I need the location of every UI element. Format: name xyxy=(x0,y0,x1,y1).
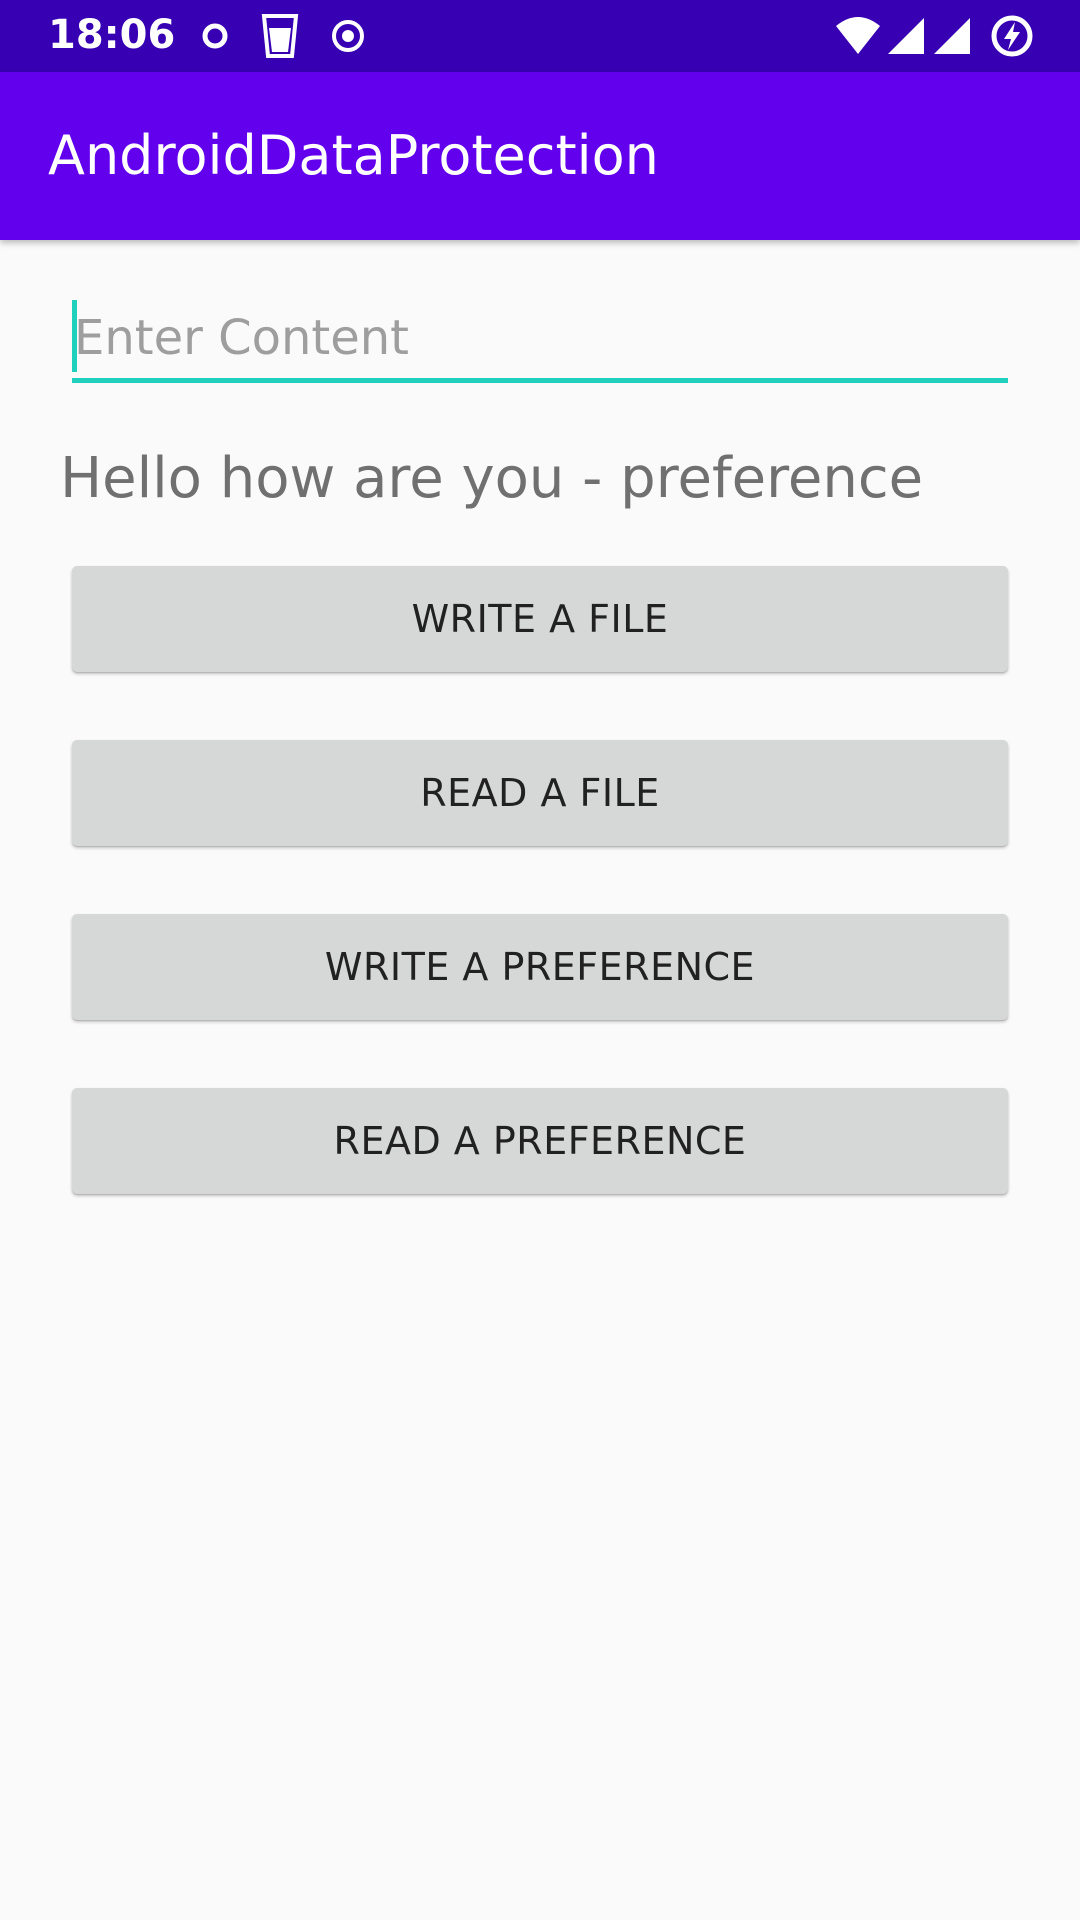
status-time: 18:06 xyxy=(48,12,176,58)
read-file-button[interactable]: READ A FILE xyxy=(72,740,1008,846)
write-file-button[interactable]: WRITE A FILE xyxy=(72,566,1008,672)
record-icon xyxy=(332,20,364,52)
signal-icon xyxy=(934,18,970,54)
read-preference-button[interactable]: READ A PREFERENCE xyxy=(72,1088,1008,1194)
message-text: Hello how are you - preference xyxy=(60,446,924,511)
content-input[interactable] xyxy=(72,298,1010,378)
read-file-label: READ A FILE xyxy=(420,771,660,815)
signal-icon xyxy=(888,18,924,54)
write-file-label: WRITE A FILE xyxy=(411,597,669,641)
write-preference-button[interactable]: WRITE A PREFERENCE xyxy=(72,914,1008,1020)
wifi-icon xyxy=(836,17,880,54)
read-preference-label: READ A PREFERENCE xyxy=(333,1119,747,1163)
input-underline xyxy=(72,378,1008,383)
status-bar: 18:06 xyxy=(0,0,1080,72)
text-cursor xyxy=(72,300,77,372)
glass-icon xyxy=(261,14,299,58)
vodafone-icon xyxy=(202,23,228,49)
app-bar: AndroidDataProtection xyxy=(0,72,1080,240)
content-input-field[interactable] xyxy=(72,298,1010,384)
battery-charging-icon xyxy=(991,15,1033,57)
app-title: AndroidDataProtection xyxy=(48,124,659,187)
write-preference-label: WRITE A PREFERENCE xyxy=(324,945,756,989)
